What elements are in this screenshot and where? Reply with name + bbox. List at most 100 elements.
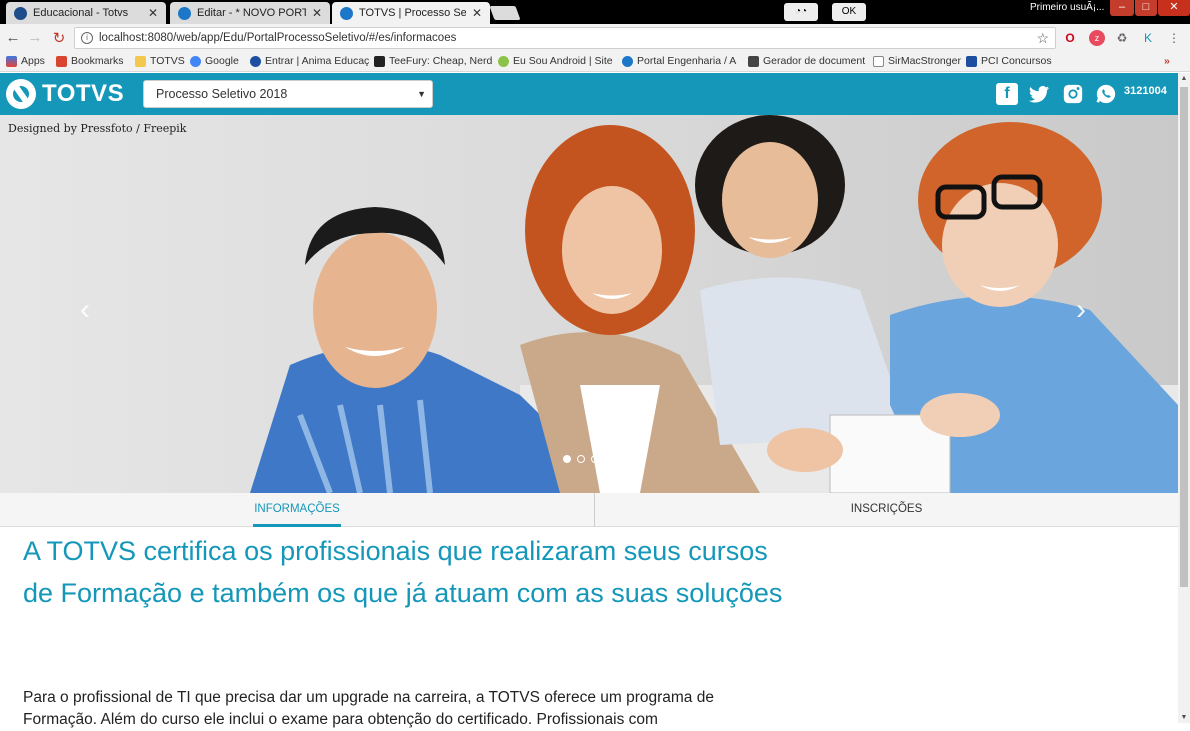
forward-arrow-icon[interactable]: → [26,29,44,46]
bookmark-teefury[interactable]: TeeFury: Cheap, Nerd [374,55,492,67]
carousel-prev-arrow-icon[interactable]: ‹ [80,293,90,327]
phone-number: 3121004 [1124,85,1167,97]
url-text: localhost:8080/web/app/Edu/PortalProcess… [99,32,457,44]
page-icon [873,55,884,67]
bookmark-label: PCI Concursos [981,55,1052,67]
bookmark-label: TOTVS [150,55,185,67]
browser-toolbar: ← → ↻ i localhost:8080/web/app/Edu/Porta… [0,24,1190,52]
bookmark-sirmacstronger[interactable]: SirMacStronger [873,55,961,67]
instagram-icon[interactable] [1062,83,1084,105]
carousel-dot[interactable] [605,455,613,463]
profile-area: ◔◔ OK [784,3,866,21]
bookmark-apps[interactable]: Apps [6,55,45,67]
globe-icon [250,55,261,67]
bookmark-bookmarks[interactable]: Bookmarks [56,55,124,67]
carousel-next-arrow-icon[interactable]: › [1076,293,1086,327]
tab-informacoes[interactable]: INFORMAÇÕES [0,493,594,527]
bookmark-label: SirMacStronger [888,55,961,67]
hero-carousel: Designed by Pressfoto / Freepik ‹ › [0,115,1178,493]
reload-icon[interactable]: ↻ [50,29,68,47]
facebook-icon[interactable]: f [996,83,1018,105]
extension-k-icon[interactable]: K [1140,30,1156,46]
maximize-button[interactable]: □ [1135,0,1157,16]
browser-tab-educacional[interactable]: Educacional - Totvs ✕ [6,2,166,24]
page-headline: A TOTVS certifica os profissionais que r… [23,536,783,608]
bookmark-eusouandroid[interactable]: Eu Sou Android | Site [498,55,613,67]
tab-title: TOTVS | Processo Seletivo [359,7,466,19]
globe-icon [622,55,633,67]
bookmark-label: Bookmarks [71,55,124,67]
chevron-down-icon: ▼ [417,89,426,99]
tab-title: Educacional - Totvs [33,7,129,19]
bookmark-google[interactable]: Google [190,55,239,67]
browser-tab-processo-seletivo[interactable]: TOTVS | Processo Seletivo ✕ [332,2,490,24]
bookmarks-bar: Apps Bookmarks TOTVS Google Entrar | Ani… [0,52,1190,72]
bookmark-star-icon[interactable]: ☆ [1036,30,1049,47]
page-scrollbar[interactable]: ▲ ▼ [1178,73,1190,723]
bookmark-label: Google [205,55,239,67]
tab-title: Editar - * NOVO PORTAL [197,7,306,19]
info-icon[interactable]: i [81,32,93,44]
bookmark-pci-concursos[interactable]: PCI Concursos [966,55,1052,67]
totvs-logo-icon [6,79,36,109]
bookmark-totvs[interactable]: TOTVS [135,55,185,67]
close-tab-icon[interactable]: ✕ [472,6,482,20]
tab-inscricoes[interactable]: INSCRIÇÕES [595,493,1178,527]
scroll-up-icon[interactable]: ▲ [1178,75,1190,82]
extension-z-icon[interactable]: z [1089,30,1105,46]
pci-icon [966,55,977,67]
page-favicon-icon [340,6,353,20]
scrollbar-thumb[interactable] [1180,87,1188,587]
bookmark-label: Apps [21,55,45,67]
bookmark-label: Portal Engenharia / A [637,55,737,67]
carousel-indicators [563,455,613,463]
carousel-dot[interactable] [591,455,599,463]
page-favicon-icon [178,6,191,20]
image-credit: Designed by Pressfoto / Freepik [8,122,187,135]
user-profile-label[interactable]: Primeiro usuÃ¡... [1030,2,1104,13]
opera-icon[interactable]: O [1062,30,1078,46]
close-tab-icon[interactable]: ✕ [148,6,158,20]
extension-recycle-icon[interactable]: ♻ [1114,30,1130,46]
minimize-button[interactable]: – [1110,0,1134,16]
hero-image [0,115,1178,493]
totvs-favicon-icon [14,6,27,20]
close-window-button[interactable]: ✕ [1158,0,1190,16]
logo-text: TOTVS [42,80,125,107]
bookmark-anima[interactable]: Entrar | Anima Educaç [250,55,369,67]
carousel-dot[interactable] [577,455,585,463]
body-paragraph: Para o profissional de TI que precisa da… [23,689,714,728]
address-bar[interactable]: i localhost:8080/web/app/Edu/PortalProce… [74,27,1056,49]
bookmark-label: Gerador de document [763,55,866,67]
teefury-icon [374,55,385,67]
bookmark-gerador[interactable]: Gerador de document [748,55,865,67]
browser-tab-strip: Educacional - Totvs ✕ Editar - * NOVO PO… [0,0,1190,24]
browser-tab-editar[interactable]: Editar - * NOVO PORTAL ✕ [170,2,330,24]
back-arrow-icon[interactable]: ← [4,29,22,46]
bookmark-portal-engenharia[interactable]: Portal Engenharia / A [622,55,736,67]
bookmark-label: Eu Sou Android | Site [513,55,613,67]
android-icon [498,55,509,67]
hash-icon [748,55,759,67]
processo-seletivo-select[interactable]: Processo Seletivo 2018 ▼ [143,80,433,108]
ok-badge[interactable]: OK [832,3,866,21]
scroll-down-icon[interactable]: ▼ [1178,714,1190,721]
site-header: TOTVS Processo Seletivo 2018 ▼ f 3121004 [0,73,1178,115]
menu-dots-icon[interactable]: ⋮ [1166,30,1182,46]
folder-icon [135,55,146,67]
carousel-dot[interactable] [563,455,571,463]
bookmark-label: Entrar | Anima Educaç [265,55,370,67]
apps-grid-icon [6,55,17,67]
page-tabs: INFORMAÇÕES INSCRIÇÕES [0,493,1178,527]
new-tab-button[interactable] [489,6,521,20]
close-tab-icon[interactable]: ✕ [312,6,322,20]
google-icon [190,55,201,67]
glasses-avatar-icon[interactable]: ◔◔ [784,3,818,21]
totvs-logo[interactable]: TOTVS [6,79,124,109]
twitter-icon[interactable] [1028,83,1050,105]
whatsapp-icon[interactable] [1095,83,1117,105]
select-value: Processo Seletivo 2018 [156,87,288,101]
bookmarks-overflow-button[interactable]: » [1164,55,1170,67]
bookmark-label: TeeFury: Cheap, Nerd [389,55,493,67]
star-icon [56,55,67,67]
